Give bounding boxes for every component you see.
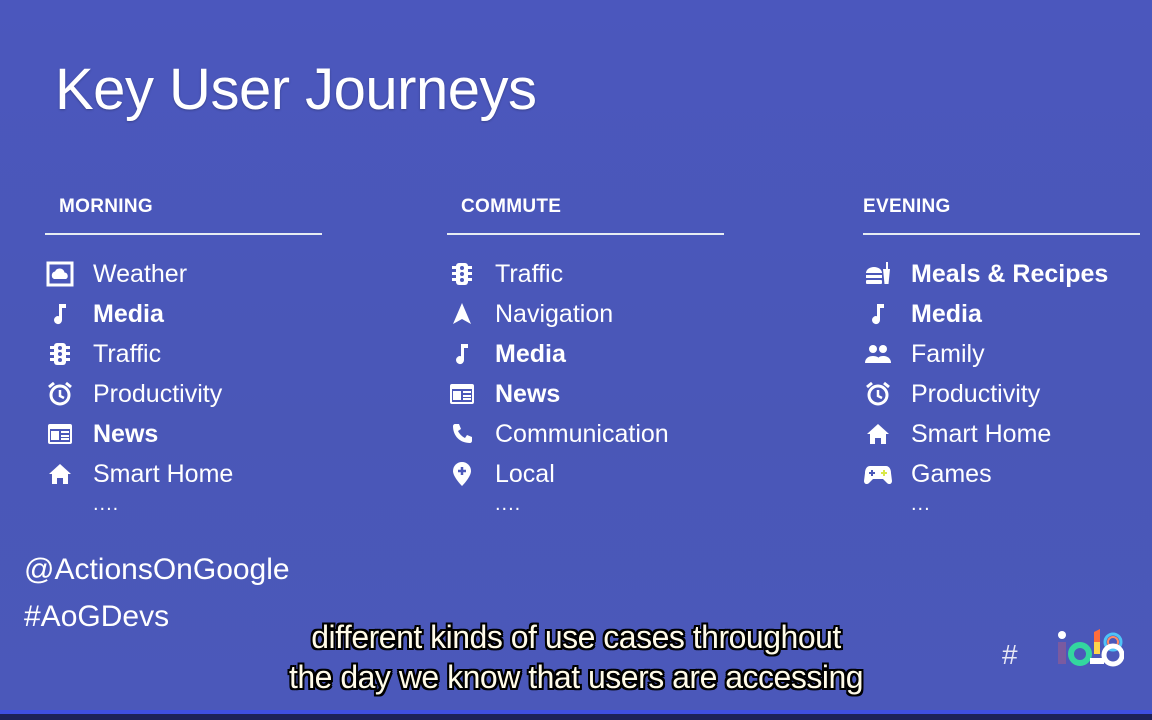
item-label: Productivity <box>911 379 1041 408</box>
music-note-icon <box>45 301 75 327</box>
alarm-clock-icon <box>863 381 893 407</box>
item-label: Navigation <box>495 299 614 328</box>
column-commute: COMMUTE Traffic Navigation Media News Co… <box>447 196 727 522</box>
column-header: EVENING <box>863 196 951 217</box>
item-label: Smart Home <box>911 419 1052 448</box>
list-item: Family <box>863 334 1143 374</box>
list-item: Media <box>45 294 325 334</box>
list-item: News <box>447 374 727 414</box>
caption-line-1: different kinds of use cases throughout <box>311 619 841 655</box>
fast-food-icon <box>863 261 893 287</box>
item-label: Smart Home <box>93 459 234 488</box>
list-item: Traffic <box>447 254 727 294</box>
home-icon <box>863 421 893 447</box>
column-divider <box>45 233 322 235</box>
newspaper-icon <box>45 421 75 447</box>
gamepad-icon <box>863 461 893 487</box>
column-morning: MORNING Weather Media Traffic Productivi… <box>45 196 325 522</box>
column-divider <box>447 233 724 235</box>
list-item: Communication <box>447 414 727 454</box>
more-ellipsis: .... <box>93 493 120 515</box>
more-ellipsis: ... <box>911 493 931 515</box>
list-item: Smart Home <box>863 414 1143 454</box>
column-header: MORNING <box>59 196 153 217</box>
item-label: Games <box>911 459 992 488</box>
list-item: Productivity <box>863 374 1143 414</box>
list-item: Productivity <box>45 374 325 414</box>
column-divider <box>863 233 1140 235</box>
twitter-handle: @ActionsOnGoogle <box>24 553 290 586</box>
item-label: Productivity <box>93 379 223 408</box>
item-label: Media <box>495 339 566 368</box>
list-item: Meals & Recipes <box>863 254 1143 294</box>
item-label: Traffic <box>93 339 162 368</box>
alarm-clock-icon <box>45 381 75 407</box>
list-item: Media <box>863 294 1143 334</box>
list-item: Navigation <box>447 294 727 334</box>
item-label: News <box>93 419 159 448</box>
bottom-edge <box>0 714 1152 720</box>
location-pin-icon <box>447 461 477 487</box>
slide-title: Key User Journeys <box>55 57 537 122</box>
list-item: Games <box>863 454 1143 494</box>
item-label: Weather <box>93 259 188 288</box>
home-icon <box>45 461 75 487</box>
item-label: Media <box>911 299 982 328</box>
people-icon <box>863 341 893 367</box>
weather-cloud-icon <box>45 261 75 287</box>
phone-icon <box>447 421 477 447</box>
item-label: Traffic <box>495 259 564 288</box>
newspaper-icon <box>447 381 477 407</box>
list-item: News <box>45 414 325 454</box>
item-label: Local <box>495 459 555 488</box>
video-captions: different kinds of use cases throughout … <box>0 617 1152 697</box>
music-note-icon <box>447 341 477 367</box>
list-item: Weather <box>45 254 325 294</box>
item-label: Family <box>911 339 985 368</box>
item-label: Communication <box>495 419 669 448</box>
list-item: Traffic <box>45 334 325 374</box>
item-label: Meals & Recipes <box>911 259 1109 288</box>
item-label: News <box>495 379 561 408</box>
traffic-light-icon <box>447 261 477 287</box>
list-item: Media <box>447 334 727 374</box>
more-ellipsis: .... <box>495 493 522 515</box>
traffic-light-icon <box>45 341 75 367</box>
music-note-icon <box>863 301 893 327</box>
list-item: Local <box>447 454 727 494</box>
item-label: Media <box>93 299 164 328</box>
column-header: COMMUTE <box>461 196 562 217</box>
column-evening: EVENING Meals & Recipes Media Family Pro… <box>863 196 1143 522</box>
caption-line-2: the day we know that users are accessing <box>288 659 864 695</box>
slide: Key User Journeys MORNING Weather Media <box>0 0 1152 710</box>
navigation-arrow-icon <box>447 301 477 327</box>
list-item: Smart Home <box>45 454 325 494</box>
